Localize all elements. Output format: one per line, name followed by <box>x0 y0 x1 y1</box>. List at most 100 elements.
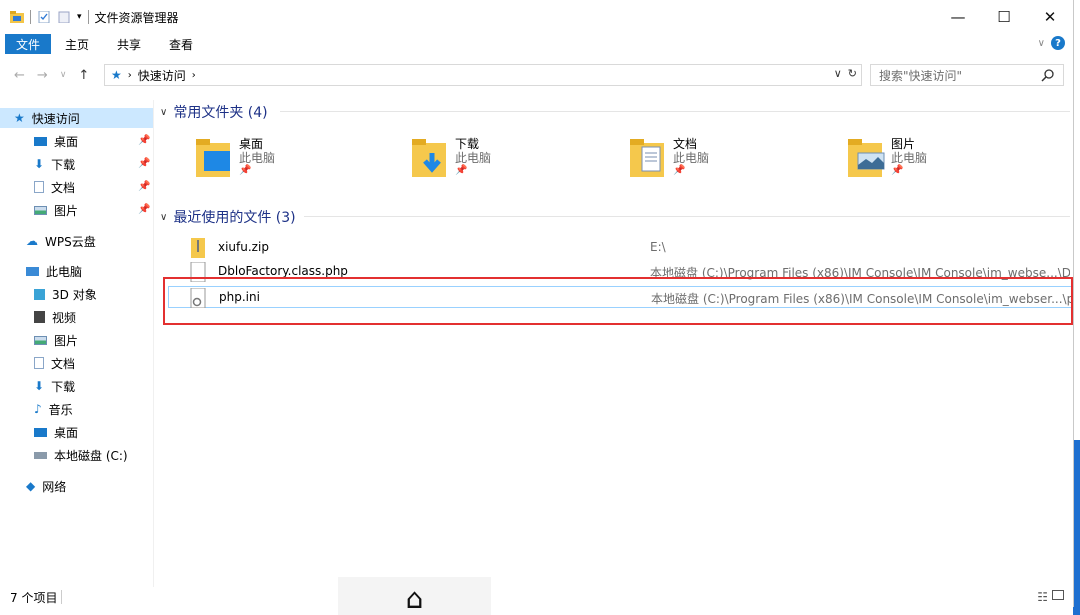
quick-access-star-icon: ★ <box>111 68 122 82</box>
properties-icon[interactable] <box>37 11 51 23</box>
close-button[interactable]: ✕ <box>1027 0 1073 34</box>
sidebar-item-desktop[interactable]: 桌面 <box>34 131 78 151</box>
search-input[interactable]: 搜索"快速访问" <box>870 64 1064 86</box>
folder-tile-documents[interactable]: 文档 此电脑 📌 <box>630 135 830 195</box>
folder-tile-pictures[interactable]: 图片 此电脑 📌 <box>848 135 1048 195</box>
folder-location: 此电脑 <box>239 151 276 165</box>
folder-tile-desktop[interactable]: 桌面 此电脑 📌 <box>196 135 396 195</box>
sidebar-item-pictures-pc[interactable]: 图片 <box>34 330 78 350</box>
collapse-chevron-icon[interactable]: ∨ <box>160 212 167 223</box>
status-separator <box>61 590 62 604</box>
pictures-folder-icon <box>848 139 885 177</box>
desktop-icon <box>34 136 47 146</box>
sidebar-item-label: 快速访问 <box>31 111 80 126</box>
breadcrumb-quick-access[interactable]: 快速访问 <box>138 67 186 84</box>
group-header-recent[interactable]: ∨ 最近使用的文件 (3) <box>160 207 296 227</box>
pc-icon <box>26 266 39 276</box>
navigation-buttons: ← → ∨ ↑ <box>0 68 100 83</box>
item-count: 7 个项目 <box>10 590 58 605</box>
maximize-button[interactable]: ☐ <box>981 0 1027 34</box>
breadcrumb-chevron-icon[interactable]: › <box>192 70 196 81</box>
sidebar-item-label: 桌面 <box>54 425 79 440</box>
desktop-icon <box>34 427 47 437</box>
document-icon <box>34 181 44 193</box>
sidebar-item-3d-objects[interactable]: 3D 对象 <box>34 284 97 304</box>
sidebar-item-videos[interactable]: 视频 <box>34 307 76 327</box>
network-icon: ◆ <box>26 479 36 493</box>
tab-share[interactable]: 共享 <box>103 34 155 54</box>
sidebar-item-label: 此电脑 <box>46 264 83 279</box>
sidebar-item-documents-pc[interactable]: 文档 <box>34 353 75 373</box>
sidebar-item-desktop-pc[interactable]: 桌面 <box>34 422 78 442</box>
pin-icon: 📌 <box>138 181 151 192</box>
recent-locations-chevron-icon[interactable]: ∨ <box>60 70 67 80</box>
address-bar-row: ← → ∨ ↑ ★ › 快速访问 › ∨ ↻ 搜索"快速访问" <box>0 63 1073 87</box>
desktop-background-edge <box>1073 440 1080 615</box>
sidebar-item-label: 3D 对象 <box>52 287 97 302</box>
picture-icon <box>34 335 47 345</box>
music-icon: ♪ <box>34 402 42 416</box>
sidebar-item-label: 图片 <box>54 203 79 218</box>
drive-icon <box>34 451 47 459</box>
sidebar-item-label: 视频 <box>52 310 77 325</box>
back-arrow-icon[interactable]: ← <box>14 68 25 83</box>
star-icon: ★ <box>14 111 25 125</box>
cloud-icon: ☁ <box>26 234 38 248</box>
expand-ribbon-chevron-icon[interactable]: ∨ <box>1038 38 1045 49</box>
unlock-icon: ⌂ <box>405 582 424 615</box>
pin-icon: 📌 <box>138 204 151 215</box>
sidebar-item-documents[interactable]: 文档 <box>34 177 75 197</box>
address-dropdown-chevron-icon[interactable]: ∨ <box>834 67 842 80</box>
ribbon-tabs: 文件 主页 共享 查看 ∨ ? <box>0 34 1073 54</box>
pin-icon: 📌 <box>891 165 904 176</box>
tab-home[interactable]: 主页 <box>51 34 103 54</box>
minimize-button[interactable]: — <box>935 0 981 34</box>
file-path: E:\ <box>650 240 666 254</box>
cube-icon <box>34 288 45 300</box>
title-bar: ▾ 文件资源管理器 — ☐ ✕ <box>0 0 1073 34</box>
sidebar-item-music[interactable]: ♪ 音乐 <box>34 399 73 419</box>
forward-arrow-icon[interactable]: → <box>37 68 48 83</box>
details-view-icon[interactable]: ☷ <box>1037 590 1048 604</box>
download-icon: ⬇ <box>34 157 45 171</box>
help-icon[interactable]: ? <box>1051 36 1065 50</box>
group-divider <box>280 111 1070 112</box>
sidebar-item-label: WPS云盘 <box>45 234 96 249</box>
toolbar-separator <box>87 10 89 24</box>
sidebar-item-quick-access[interactable]: ★ 快速访问 <box>0 108 153 128</box>
address-controls: ∨ ↻ <box>834 67 857 80</box>
pin-icon: 📌 <box>138 158 151 169</box>
sidebar-item-pictures[interactable]: 图片 <box>34 200 78 220</box>
search-icon[interactable] <box>1041 68 1055 82</box>
sidebar-item-local-disk[interactable]: 本地磁盘 (C:) <box>34 445 128 465</box>
sidebar-item-network[interactable]: ◆ 网络 <box>26 476 66 496</box>
tab-file[interactable]: 文件 <box>5 34 52 54</box>
red-annotation-box <box>163 277 1073 325</box>
group-header-frequent[interactable]: ∨ 常用文件夹 (4) <box>160 102 268 122</box>
sidebar-item-wps-cloud[interactable]: ☁ WPS云盘 <box>26 231 96 251</box>
file-explorer-window: ▾ 文件资源管理器 — ☐ ✕ 文件 主页 共享 查看 ∨ ? ← → ∨ ↑ … <box>0 0 1074 607</box>
sidebar-item-label: 图片 <box>54 333 79 348</box>
address-input[interactable]: ★ › 快速访问 › ∨ ↻ <box>104 64 862 86</box>
tab-view[interactable]: 查看 <box>155 34 207 54</box>
large-icons-view-icon[interactable] <box>1052 590 1064 600</box>
pin-icon: 📌 <box>455 165 468 176</box>
breadcrumb-chevron-icon[interactable]: › <box>128 70 132 81</box>
recent-file-row[interactable]: xiufu.zip E:\ <box>168 237 1072 259</box>
sidebar-item-downloads-pc[interactable]: ⬇ 下载 <box>34 376 75 396</box>
up-arrow-icon[interactable]: ↑ <box>78 68 89 83</box>
folder-tile-downloads[interactable]: 下载 此电脑 📌 <box>412 135 612 195</box>
customize-toolbar-chevron-icon[interactable]: ▾ <box>77 12 82 22</box>
file-name: DbloFactory.class.php <box>218 264 348 278</box>
sidebar-item-label: 下载 <box>51 157 76 172</box>
window-controls: — ☐ ✕ <box>935 0 1073 34</box>
download-icon: ⬇ <box>34 379 45 393</box>
refresh-icon[interactable]: ↻ <box>848 67 857 80</box>
sidebar-item-this-pc[interactable]: 此电脑 <box>26 261 82 281</box>
new-folder-icon[interactable] <box>57 11 71 23</box>
ribbon-right-controls: ∨ ? <box>1038 36 1065 50</box>
collapse-chevron-icon[interactable]: ∨ <box>160 107 167 118</box>
pin-icon: 📌 <box>138 135 151 146</box>
sidebar-item-downloads[interactable]: ⬇ 下载 <box>34 154 75 174</box>
video-icon <box>34 311 45 323</box>
